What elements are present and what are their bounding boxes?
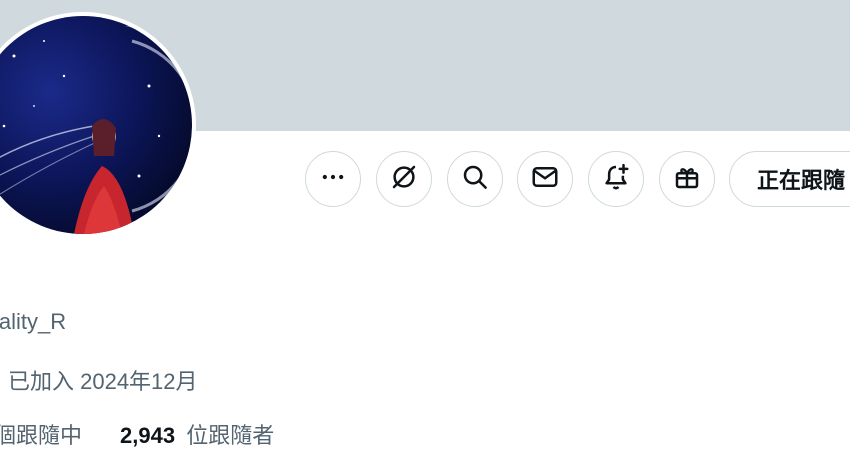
gift-button[interactable]: [659, 151, 715, 207]
avatar-image: [0, 16, 192, 234]
message-button[interactable]: [517, 151, 573, 207]
followers-label: 位跟隨者: [186, 423, 275, 448]
followers-count: 2,943: [120, 423, 176, 448]
profile-handle: iality_R: [0, 309, 67, 334]
follow-stats: 個跟隨中 2,943 位跟隨者: [0, 418, 274, 450]
search-button[interactable]: [447, 151, 503, 207]
gift-icon: [672, 162, 702, 197]
join-date-text: 已加入 2024年12月: [8, 369, 198, 394]
bell-plus-icon: [601, 162, 631, 197]
more-button[interactable]: [305, 151, 361, 207]
following-link[interactable]: 個跟隨中: [0, 418, 82, 450]
notifications-button[interactable]: [588, 151, 644, 207]
avatar[interactable]: [0, 12, 196, 238]
grok-button[interactable]: [376, 151, 432, 207]
mail-icon: [530, 162, 560, 197]
following-button-label: 正在跟隨: [757, 168, 846, 193]
following-button[interactable]: 正在跟隨: [729, 151, 850, 207]
more-icon: [319, 163, 347, 196]
grok-icon: [389, 162, 419, 197]
followers-link[interactable]: 2,943 位跟隨者: [120, 418, 274, 450]
following-label: 個跟隨中: [0, 423, 83, 448]
join-date: 已加入 2024年12月: [0, 364, 198, 396]
search-icon: [460, 162, 490, 197]
